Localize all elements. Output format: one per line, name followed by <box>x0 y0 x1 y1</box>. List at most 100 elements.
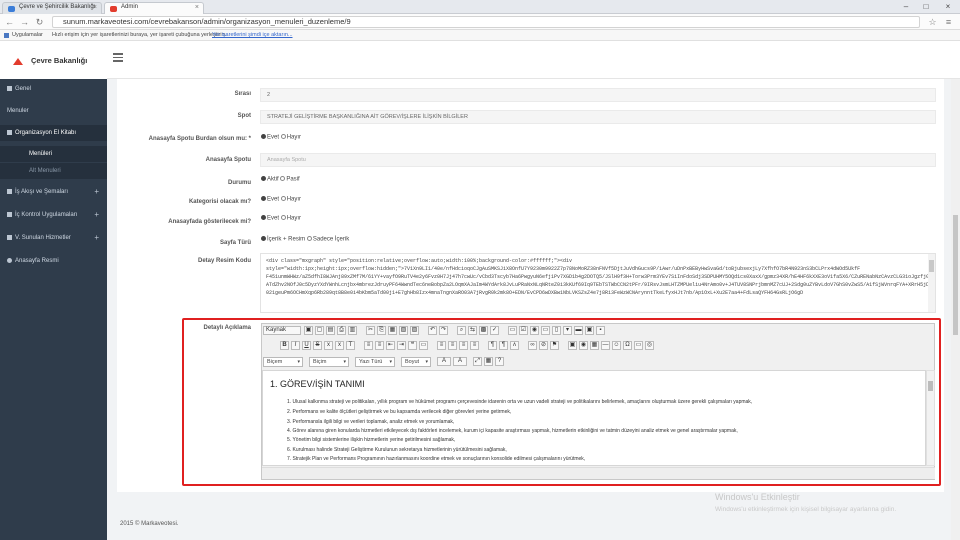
superscript-icon[interactable]: x <box>335 341 344 350</box>
anchor-icon[interactable]: ⚑ <box>550 341 559 350</box>
show-blocks-icon[interactable]: ▦ <box>484 357 493 366</box>
menu-icon[interactable]: ≡ <box>942 16 955 28</box>
sidebar-item-menuler[interactable]: Menuler <box>0 103 107 119</box>
radio-hayir[interactable] <box>280 215 286 220</box>
templates-icon[interactable]: ▥ <box>348 326 357 335</box>
smiley-icon[interactable]: ☺ <box>612 341 621 350</box>
textfield-icon[interactable]: ▭ <box>541 326 550 335</box>
subscript-icon[interactable]: x <box>324 341 333 350</box>
sidebar-item-genel[interactable]: Genel <box>0 81 107 97</box>
radio-evet[interactable] <box>261 215 266 220</box>
page-scrollbar[interactable] <box>951 79 960 540</box>
close-icon[interactable]: × <box>93 4 97 11</box>
undo-icon[interactable]: ↶ <box>428 326 437 335</box>
maximize-icon[interactable]: □ <box>916 0 936 13</box>
font-select[interactable]: Yazı Türü ▾ <box>355 357 395 367</box>
editor-scrollbar[interactable] <box>926 370 935 466</box>
rtl-icon[interactable]: ¶ <box>499 341 508 350</box>
iframe-icon[interactable]: ◎ <box>645 341 654 350</box>
paste-word-icon[interactable]: ▨ <box>410 326 419 335</box>
sidebar-item-sunulan-hizmetler[interactable]: V. Sunulan Hizmetler + <box>0 230 107 246</box>
radio-icerik-resim[interactable] <box>261 236 266 241</box>
radio-hayir[interactable] <box>280 196 286 201</box>
hamburger-menu-icon[interactable] <box>113 53 123 63</box>
page-break-icon[interactable]: ▭ <box>634 341 643 350</box>
expand-plus-icon[interactable]: + <box>94 184 99 200</box>
print-icon[interactable]: ⎙ <box>337 326 346 335</box>
expand-plus-icon[interactable]: + <box>94 230 99 246</box>
textarea-icon[interactable]: ▯ <box>552 326 561 335</box>
close-icon[interactable]: × <box>195 4 199 11</box>
special-char-icon[interactable]: Ω <box>623 341 632 350</box>
about-icon[interactable]: ? <box>495 357 504 366</box>
preview-icon[interactable]: ▤ <box>326 326 335 335</box>
unlink-icon[interactable]: ⊘ <box>539 341 548 350</box>
minimize-icon[interactable]: – <box>896 0 916 13</box>
align-left-icon[interactable]: ≡ <box>437 341 446 350</box>
code-scrollbar[interactable] <box>928 254 935 312</box>
radio-pasif[interactable] <box>280 176 286 181</box>
apps-label[interactable]: Uygulamalar <box>12 30 43 41</box>
import-bookmarks-link[interactable]: Yer işaretlerini şimdi içe aktarın... <box>212 30 293 41</box>
scroll-thumb[interactable] <box>928 381 933 391</box>
tab-cevre[interactable]: Çevre ve Şehircilik Bakanlığı × <box>2 2 102 14</box>
apps-icon[interactable] <box>4 33 9 38</box>
bulleted-list-icon[interactable]: ≡ <box>375 341 384 350</box>
table-icon[interactable]: ▦ <box>590 341 599 350</box>
select-all-icon[interactable]: ▩ <box>479 326 488 335</box>
image-icon[interactable]: ▣ <box>568 341 577 350</box>
reload-icon[interactable]: ↻ <box>33 16 46 28</box>
cut-icon[interactable]: ✂ <box>366 326 375 335</box>
strike-icon[interactable]: S <box>313 341 322 350</box>
brand[interactable]: Çevre Bakanlığı <box>0 41 107 79</box>
justify-icon[interactable]: ≡ <box>470 341 479 350</box>
form-icon[interactable]: ▭ <box>508 326 517 335</box>
spot-input[interactable]: STRATEJİ GELİŞTİRME BAŞKANLIĞINA AİT GÖR… <box>260 110 936 124</box>
bg-color-icon[interactable]: A <box>453 357 467 366</box>
radio-aktif[interactable] <box>261 176 266 181</box>
text-color-icon[interactable]: A <box>437 357 451 366</box>
tab-admin[interactable]: Admin × <box>104 2 204 14</box>
sidebar-item-anasayfa-resmi[interactable]: Anasayfa Resmi <box>0 253 107 269</box>
indent-icon[interactable]: ⇥ <box>397 341 406 350</box>
sidebar-subitem-menuleri[interactable]: Menüleri <box>0 146 107 162</box>
scroll-thumb[interactable] <box>953 215 958 335</box>
anasayfa-spotu-input[interactable]: Anasayfa Spotu <box>260 153 936 167</box>
back-icon[interactable]: ← <box>3 16 16 28</box>
new-page-icon[interactable]: ▢ <box>315 326 324 335</box>
flash-icon[interactable]: ◉ <box>579 341 588 350</box>
expand-plus-icon[interactable]: + <box>94 207 99 223</box>
div-icon[interactable]: ▭ <box>419 341 428 350</box>
remove-format-icon[interactable]: T <box>346 341 355 350</box>
paste-icon[interactable]: ▦ <box>388 326 397 335</box>
replace-icon[interactable]: ⇆ <box>468 326 477 335</box>
outdent-icon[interactable]: ⇤ <box>386 341 395 350</box>
ltr-icon[interactable]: ¶ <box>488 341 497 350</box>
size-select[interactable]: Boyut ▾ <box>401 357 431 367</box>
radio-sadece-icerik[interactable] <box>306 236 312 241</box>
sidebar-subitem-alt-menuleri[interactable]: Alt Menuleri <box>0 163 107 179</box>
sidebar-item-ic-kontrol[interactable]: İç Kontrol Uygulamaları + <box>0 207 107 223</box>
radio-evet[interactable] <box>261 134 266 139</box>
sidebar-item-organizasyon[interactable]: Organizasyon El Kitabı <box>0 125 107 141</box>
link-icon[interactable]: ∞ <box>528 341 537 350</box>
spellcheck-icon[interactable]: ✓ <box>490 326 499 335</box>
maximize-editor-icon[interactable]: ⤢ <box>473 357 482 366</box>
redo-icon[interactable]: ↷ <box>439 326 448 335</box>
hidden-field-icon[interactable]: ▪ <box>596 326 605 335</box>
align-right-icon[interactable]: ≡ <box>459 341 468 350</box>
sira-input[interactable]: 2 <box>260 88 936 102</box>
button-icon[interactable]: ▬ <box>574 326 583 335</box>
align-center-icon[interactable]: ≡ <box>448 341 457 350</box>
checkbox-icon[interactable]: ☑ <box>519 326 528 335</box>
scroll-thumb[interactable] <box>929 260 934 272</box>
styles-select[interactable]: Biçem ▾ <box>263 357 303 367</box>
format-select[interactable]: Biçim ▾ <box>309 357 349 367</box>
paste-text-icon[interactable]: ▧ <box>399 326 408 335</box>
numbered-list-icon[interactable]: ≡ <box>364 341 373 350</box>
italic-icon[interactable]: I <box>291 341 300 350</box>
horizontal-rule-icon[interactable]: ― <box>601 341 610 350</box>
radio-evet[interactable] <box>261 196 266 201</box>
forward-icon[interactable]: → <box>18 16 31 28</box>
select-icon[interactable]: ▾ <box>563 326 572 335</box>
